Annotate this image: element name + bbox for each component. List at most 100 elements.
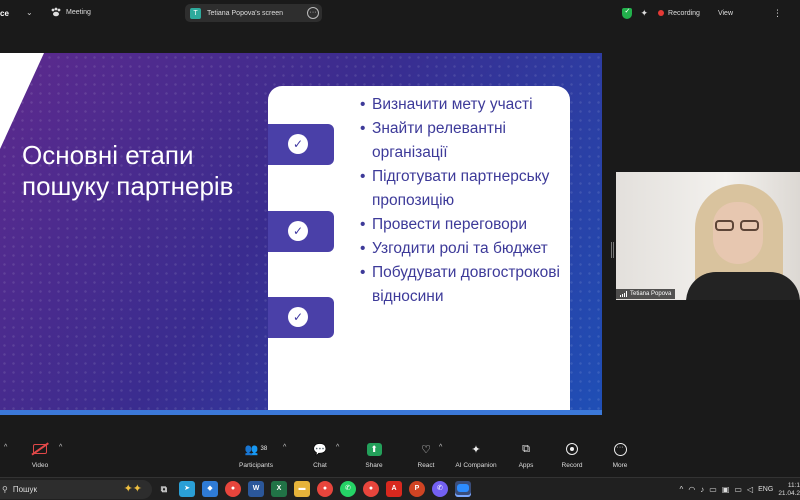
participants-label: Participants: [239, 462, 273, 469]
paw-icon: [51, 7, 61, 17]
meeting-controls: ^ Video ^ 👥 38 Participants ^ 💬 Chat ^ ⬆ …: [0, 440, 800, 476]
record-label: Record: [561, 462, 583, 469]
list-item: Підготувати партнерську пропозицію: [360, 165, 570, 213]
search-icon: ⚲: [2, 485, 8, 494]
search-placeholder: Пошук: [12, 485, 37, 494]
check-tab: ✓: [268, 297, 334, 338]
shared-slide: Основні етапи пошуку партнерів ✓ ✓ ✓ Виз…: [0, 53, 602, 415]
record-icon: [566, 443, 578, 455]
participant-body: [686, 272, 800, 300]
file-explorer-icon[interactable]: ▬: [294, 481, 310, 497]
react-button[interactable]: ♡ React: [412, 440, 440, 470]
volume-icon[interactable]: ◁: [747, 485, 753, 494]
react-caret-icon[interactable]: ^: [439, 444, 442, 451]
excel-icon[interactable]: X: [271, 481, 287, 497]
chevron-down-icon[interactable]: ⌄: [26, 8, 33, 17]
react-label: React: [417, 462, 435, 469]
audio-options-caret-icon[interactable]: ^: [4, 444, 7, 451]
sharer-avatar: T: [190, 7, 201, 19]
apps-label: Apps: [518, 462, 534, 469]
acrobat-icon[interactable]: A: [386, 481, 402, 497]
apps-button[interactable]: ⧉ Apps: [512, 440, 540, 470]
participant-name-label: Tetiana Popova: [616, 289, 676, 299]
chrome-profile-icon[interactable]: ●: [317, 481, 333, 497]
language-indicator[interactable]: ENG: [758, 486, 773, 493]
powerpoint-icon[interactable]: P: [409, 481, 425, 497]
more-button[interactable]: ··· More: [606, 440, 634, 469]
ai-companion-spark-icon[interactable]: ✦: [640, 8, 648, 19]
camera-icon[interactable]: ▭: [709, 485, 717, 494]
apps-icon: ⧉: [522, 442, 530, 455]
task-view-icon[interactable]: ⧉: [156, 481, 172, 497]
participants-count: 38: [260, 446, 268, 452]
participants-caret-icon[interactable]: ^: [283, 444, 286, 451]
list-item: Визначити мету участі: [360, 93, 570, 117]
meeting-info-button[interactable]: Meeting: [50, 6, 91, 18]
clock[interactable]: 11:1 21.04.2: [778, 482, 800, 498]
os-taskbar: ⚲ Пошук ✦✦ ⧉ ➤ ◆ ● W X ▬ ● ✆ ● A P ✆ ^ ◠…: [0, 477, 800, 500]
wifi-icon[interactable]: ◠: [688, 485, 695, 494]
video-options-caret-icon[interactable]: ^: [59, 444, 62, 451]
app-name: ce: [0, 9, 9, 18]
list-item: Провести переговори: [360, 213, 570, 237]
screen-share-indicator[interactable]: T Tetiana Popova's screen ···: [185, 4, 322, 22]
chat-caret-icon[interactable]: ^: [336, 444, 339, 451]
more-icon: ···: [613, 442, 627, 456]
recording-dot-icon: [658, 10, 665, 16]
meeting-top-bar: ce ⌄ Meeting T Tetiana Popova's screen ·…: [0, 0, 800, 26]
participant-name: Tetiana Popova: [630, 291, 672, 297]
taskbar-apps: ⧉ ➤ ◆ ● W X ▬ ● ✆ ● A P ✆: [156, 481, 471, 497]
microphone-icon[interactable]: ♪: [700, 485, 704, 494]
record-button[interactable]: Record: [558, 440, 586, 469]
share-label: Tetiana Popova's screen: [207, 9, 284, 17]
share-screen-icon: ⬆: [366, 442, 382, 456]
video-button[interactable]: Video: [26, 440, 54, 469]
check-icon: ✓: [288, 134, 308, 154]
list-item: Знайти релевантні організації: [360, 117, 570, 165]
chat-button[interactable]: 💬 Chat: [306, 440, 334, 470]
zoom-icon[interactable]: [455, 481, 471, 497]
chrome-profile-2-icon[interactable]: ●: [363, 481, 379, 497]
more-options-icon[interactable]: ···: [307, 7, 319, 19]
ai-companion-button[interactable]: ✦ AI Companion: [450, 440, 502, 470]
recording-status[interactable]: Recording: [668, 10, 700, 17]
participant-video[interactable]: [616, 172, 800, 300]
taskbar-search[interactable]: ⚲ Пошук ✦✦: [0, 480, 152, 499]
participants-button[interactable]: 👥 38 Participants: [234, 440, 278, 470]
view-button[interactable]: View: [718, 10, 733, 17]
share-button[interactable]: ⬆ Share: [360, 440, 388, 469]
check-tab: ✓: [268, 211, 334, 252]
whatsapp-icon[interactable]: ✆: [340, 481, 356, 497]
heart-icon: ♡: [421, 443, 431, 456]
more-label: More: [612, 462, 628, 469]
system-tray: ^ ◠ ♪ ▭ ▣ ▭ ◁ ENG 11:1 21.04.2: [680, 481, 800, 498]
meeting-label: Meeting: [66, 8, 91, 16]
chrome-icon[interactable]: ●: [225, 481, 241, 497]
panel-resize-handle[interactable]: [611, 242, 614, 258]
participant-face: [713, 202, 763, 264]
slide-title: Основні етапи пошуку партнерів: [22, 140, 234, 201]
chat-label: Chat: [313, 462, 327, 469]
chat-icon: 💬: [313, 443, 327, 456]
participant-glasses: [715, 220, 761, 232]
share-tray-icon[interactable]: ▣: [722, 485, 730, 494]
check-tab: ✓: [268, 124, 334, 165]
ai-companion-icon: ✦: [471, 443, 481, 456]
telegram-icon[interactable]: ➤: [179, 481, 195, 497]
share-label: Share: [365, 462, 383, 469]
battery-icon[interactable]: ▭: [734, 485, 742, 494]
slide-corner-decoration: [0, 53, 44, 149]
check-icon: ✓: [288, 221, 308, 241]
encryption-shield-icon[interactable]: [622, 7, 633, 19]
window-more-icon[interactable]: ⋮: [773, 8, 782, 19]
clock-date: 21.04.2: [778, 489, 800, 497]
tray-overflow-icon[interactable]: ^: [680, 485, 684, 494]
steps-list: Визначити мету участі Знайти релевантні …: [360, 93, 570, 309]
check-icon: ✓: [288, 307, 308, 327]
viber-icon[interactable]: ✆: [432, 481, 448, 497]
ai-companion-label: AI Companion: [455, 462, 497, 469]
participants-icon: 👥: [244, 443, 259, 456]
word-icon[interactable]: W: [248, 481, 264, 497]
list-item: Побудувати довгострокові відносини: [360, 261, 570, 309]
copilot-icon[interactable]: ◆: [202, 481, 218, 497]
